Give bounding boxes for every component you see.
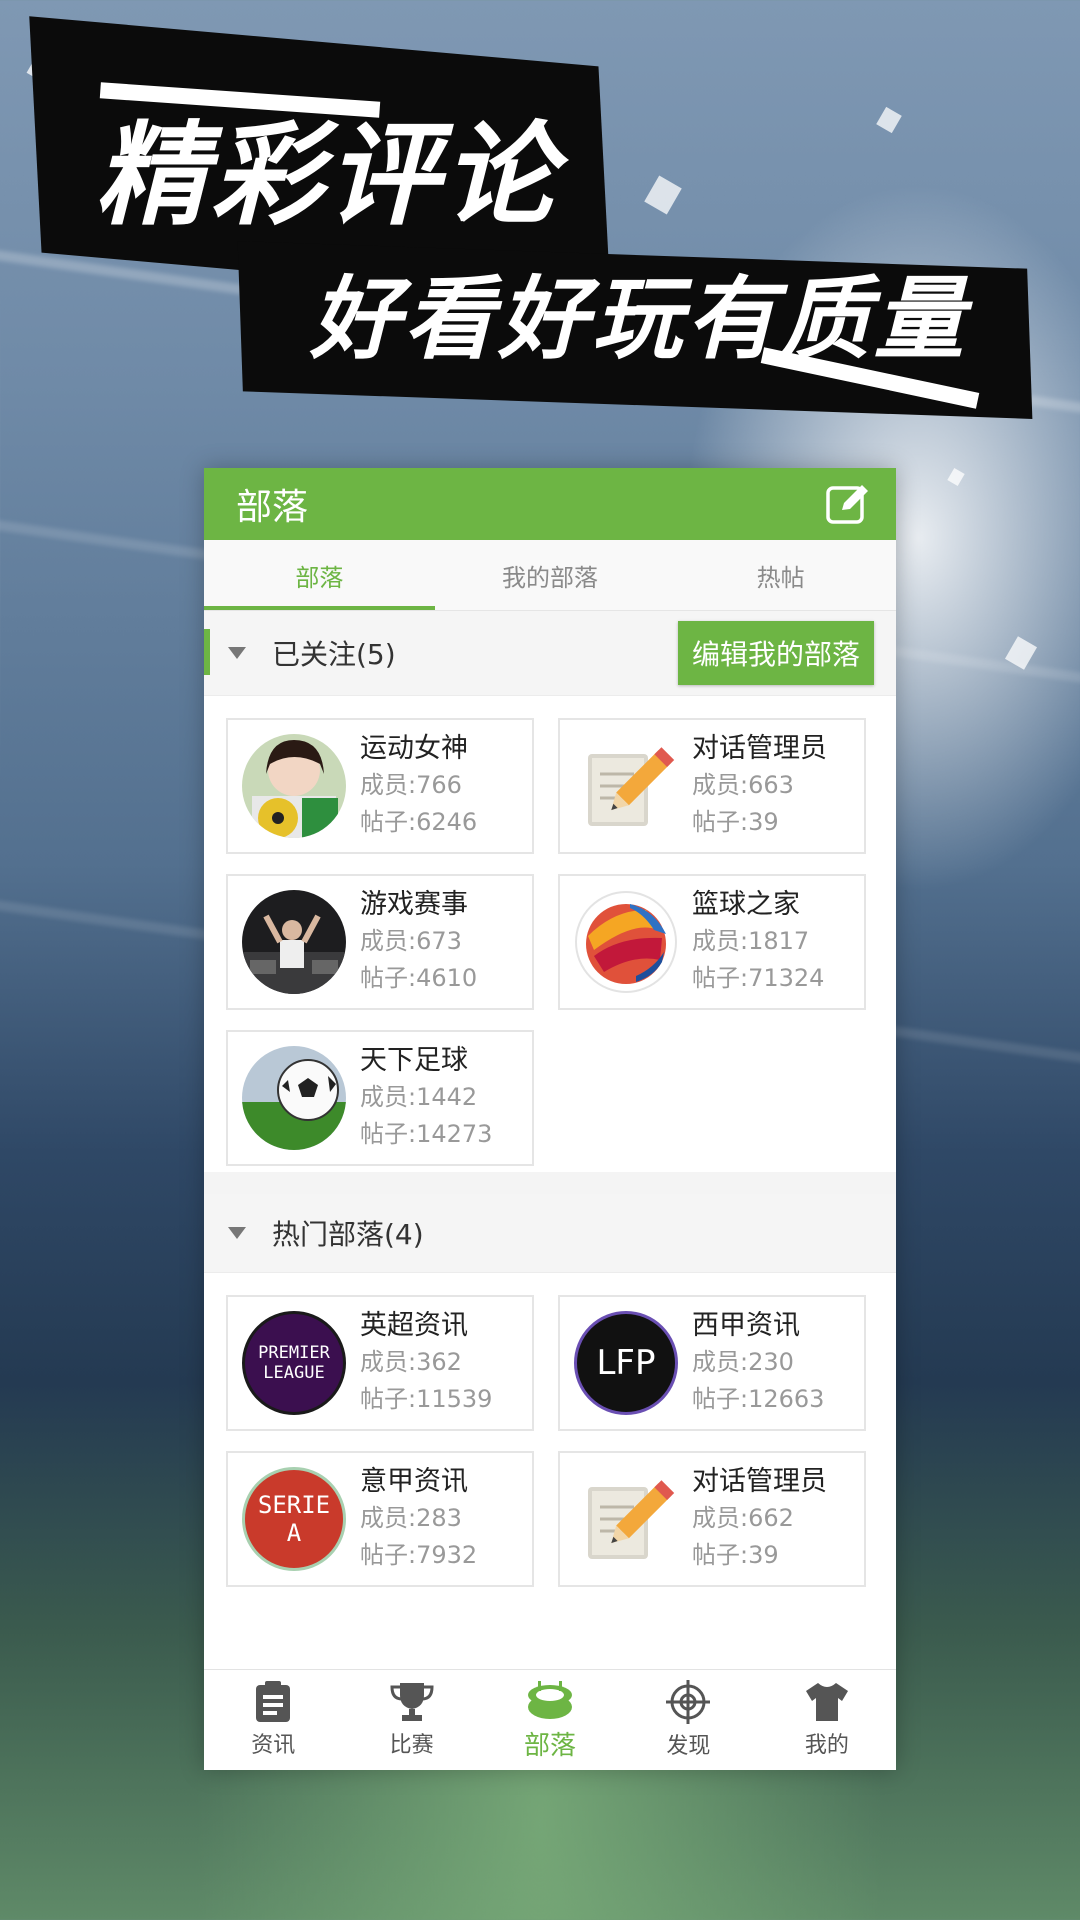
tribe-card[interactable]: 对话管理员 成员:663 帖子:39	[558, 718, 866, 854]
banner-subtitle: 好看好玩有质量	[310, 267, 968, 372]
nav-discover[interactable]: 发现	[619, 1670, 757, 1770]
tribe-members: 成员:663	[692, 771, 794, 799]
tribe-members: 成员:283	[360, 1504, 462, 1532]
premier-league-logo: PREMIER LEAGUE	[242, 1311, 346, 1415]
tribe-posts: 帖子:71324	[692, 964, 825, 992]
tribe-members: 成员:662	[692, 1504, 794, 1532]
nav-tribe[interactable]: 部落	[481, 1670, 619, 1770]
caret-down-icon	[228, 647, 246, 659]
serie-a-logo: SERIE A	[242, 1467, 346, 1571]
tribe-card[interactable]: 运动女神 成员:766 帖子:6246	[226, 718, 534, 854]
tribe-card[interactable]: 篮球之家 成员:1817 帖子:71324	[558, 874, 866, 1010]
tribe-posts: 帖子:12663	[692, 1385, 825, 1413]
banner-title: 精彩评论	[95, 111, 559, 241]
nav-label: 资讯	[251, 1733, 296, 1758]
tribe-card[interactable]: 对话管理员 成员:662 帖子:39	[558, 1451, 866, 1587]
tribe-name: 天下足球	[360, 1045, 468, 1076]
nav-profile[interactable]: 我的	[758, 1670, 896, 1770]
tribe-card[interactable]: SERIE A 意甲资讯 成员:283 帖子:7932	[226, 1451, 534, 1587]
tribe-posts: 帖子:4610	[360, 964, 478, 992]
tribe-members: 成员:673	[360, 927, 462, 955]
nav-label: 比赛	[389, 1733, 434, 1758]
tribe-posts: 帖子:6246	[360, 808, 478, 836]
trophy-icon	[390, 1683, 434, 1721]
tribe-name: 游戏赛事	[360, 889, 468, 920]
nav-label: 发现	[666, 1734, 711, 1759]
tribe-name: 篮球之家	[692, 889, 800, 920]
hot-section-header[interactable]: 热门部落(4)	[204, 1194, 896, 1273]
followed-section-title: 已关注(5)	[272, 638, 396, 671]
tribe-members: 成员:230	[692, 1348, 794, 1376]
basketball-logo	[574, 890, 678, 994]
nav-news[interactable]: 资讯	[204, 1670, 342, 1770]
crosshair-icon	[666, 1680, 711, 1724]
tribe-card[interactable]: 游戏赛事 成员:673 帖子:4610	[226, 874, 534, 1010]
logo-text: PREMIER	[258, 1343, 330, 1363]
caret-down-icon	[228, 1227, 246, 1239]
lfp-logo: LFP	[574, 1311, 678, 1415]
bottom-nav: 资讯 比赛 部落 发现 我的	[204, 1669, 896, 1770]
tribe-name: 西甲资讯	[692, 1310, 800, 1341]
avatar-photo-esports	[242, 890, 346, 994]
tab-my-tribe[interactable]: 我的部落	[435, 540, 666, 610]
tribe-posts: 帖子:39	[692, 808, 779, 836]
tribe-members: 成员:766	[360, 771, 462, 799]
tribe-name: 对话管理员	[692, 733, 827, 764]
pencil-notepad-icon	[574, 734, 678, 838]
tribe-card[interactable]: LFP 西甲资讯 成员:230 帖子:12663	[558, 1295, 866, 1431]
clipboard-icon	[256, 1681, 291, 1722]
logo-text: SERIE	[257, 1491, 331, 1519]
avatar-photo-soccer-ball	[242, 1046, 346, 1150]
tribe-members: 成员:362	[360, 1348, 462, 1376]
followed-grid: 运动女神 成员:766 帖子:6246 对话管理员 成员:663 帖子:39 游…	[204, 696, 896, 1172]
tribe-name: 运动女神	[360, 733, 468, 764]
tribe-posts: 帖子:7932	[360, 1541, 478, 1569]
edit-icon[interactable]	[824, 480, 872, 528]
followed-section-header[interactable]: 已关注(5) 编辑我的部落	[204, 611, 896, 696]
pencil-notepad-icon	[574, 1467, 678, 1571]
stadium-icon	[528, 1680, 573, 1719]
jersey-icon	[805, 1683, 848, 1721]
nav-label: 部落	[524, 1730, 577, 1761]
background-confetti	[947, 467, 965, 487]
tribe-name: 对话管理员	[692, 1466, 827, 1497]
section-accent-bar	[204, 629, 210, 675]
nav-matches[interactable]: 比赛	[342, 1670, 480, 1770]
tribe-name: 意甲资讯	[360, 1466, 468, 1497]
logo-text: A	[286, 1519, 302, 1547]
background-confetti	[876, 106, 902, 134]
logo-text: LFP	[596, 1343, 656, 1383]
tab-hot-posts[interactable]: 热帖	[665, 540, 896, 610]
hot-grid: PREMIER LEAGUE 英超资讯 成员:362 帖子:11539 LFP …	[204, 1273, 896, 1593]
tribe-card[interactable]: PREMIER LEAGUE 英超资讯 成员:362 帖子:11539	[226, 1295, 534, 1431]
nav-label: 我的	[804, 1733, 849, 1758]
background-confetti	[644, 175, 682, 215]
tribe-posts: 帖子:11539	[360, 1385, 493, 1413]
tribe-members: 成员:1817	[692, 927, 810, 955]
tribe-posts: 帖子:14273	[360, 1120, 493, 1148]
avatar-photo-girl-football	[242, 734, 346, 838]
app-header: 部落	[204, 468, 896, 540]
phone-screen: 部落 部落 我的部落 热帖 已关注(5) 编辑我的部落 运动女神 成员:766 …	[204, 468, 896, 1770]
section-divider	[204, 1172, 896, 1194]
hot-section-title: 热门部落(4)	[272, 1218, 424, 1251]
tribe-name: 英超资讯	[360, 1310, 468, 1341]
tab-bar: 部落 我的部落 热帖	[204, 540, 896, 611]
tribe-members: 成员:1442	[360, 1083, 478, 1111]
page-title: 部落	[236, 487, 309, 528]
tab-tribe[interactable]: 部落	[204, 540, 435, 610]
logo-text: LEAGUE	[263, 1363, 325, 1383]
edit-my-tribe-button[interactable]: 编辑我的部落	[677, 621, 874, 685]
tribe-card[interactable]: 天下足球 成员:1442 帖子:14273	[226, 1030, 534, 1166]
tribe-posts: 帖子:39	[692, 1541, 779, 1569]
